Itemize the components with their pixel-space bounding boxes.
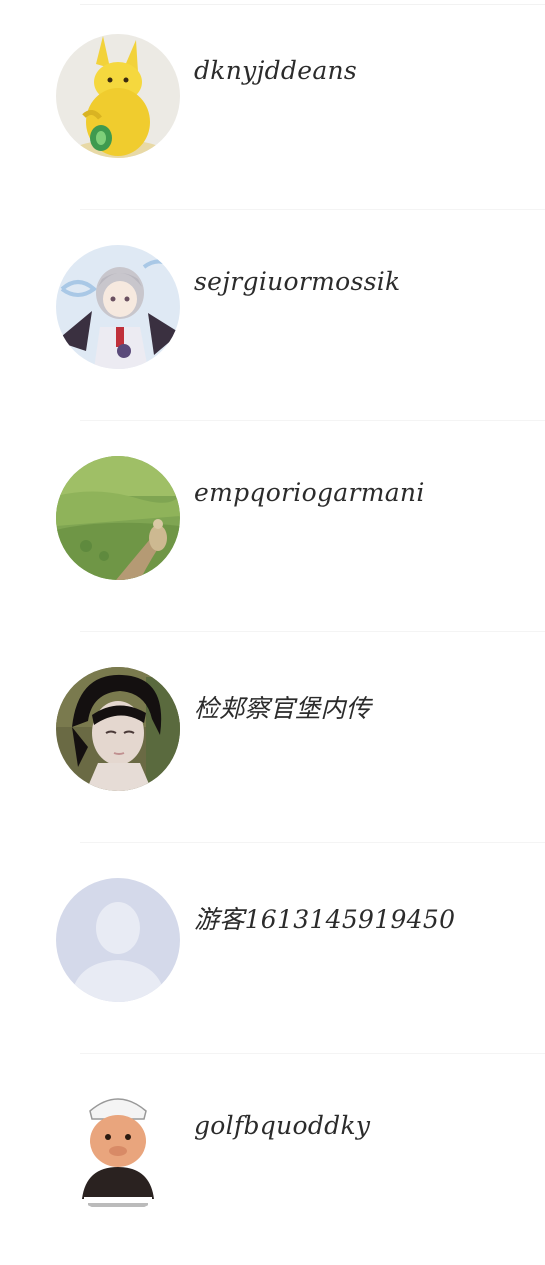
row-divider: [80, 842, 545, 843]
user-list: dknyjddeans sejrgiuormossik empqoriogarm…: [0, 0, 545, 1237]
username[interactable]: empqoriogarmani: [194, 478, 425, 507]
cartoon-man-avatar-icon[interactable]: [56, 1089, 180, 1213]
default-person-avatar-icon[interactable]: [56, 878, 180, 1002]
username[interactable]: dknyjddeans: [194, 56, 357, 85]
user-row[interactable]: golfbquoddky: [0, 1055, 545, 1265]
green-field-avatar-icon[interactable]: [56, 456, 180, 580]
row-divider: [80, 209, 545, 210]
user-row[interactable]: empqoriogarmani: [0, 422, 545, 632]
username[interactable]: sejrgiuormossik: [194, 267, 401, 296]
yellow-creature-avatar-icon[interactable]: [56, 34, 180, 158]
user-row[interactable]: dknyjddeans: [0, 0, 545, 210]
dark-hair-doll-avatar-icon[interactable]: [56, 667, 180, 791]
user-row[interactable]: sejrgiuormossik: [0, 211, 545, 421]
user-row[interactable]: 游客1613145919450: [0, 844, 545, 1054]
username[interactable]: 检郏察官堡内传: [194, 689, 371, 725]
username[interactable]: golfbquoddky: [194, 1111, 370, 1140]
row-divider: [80, 1053, 545, 1054]
user-row[interactable]: 检郏察官堡内传: [0, 633, 545, 843]
row-divider: [80, 420, 545, 421]
row-divider: [80, 631, 545, 632]
anime-character-avatar-icon[interactable]: [56, 245, 180, 369]
username[interactable]: 游客1613145919450: [194, 900, 455, 936]
